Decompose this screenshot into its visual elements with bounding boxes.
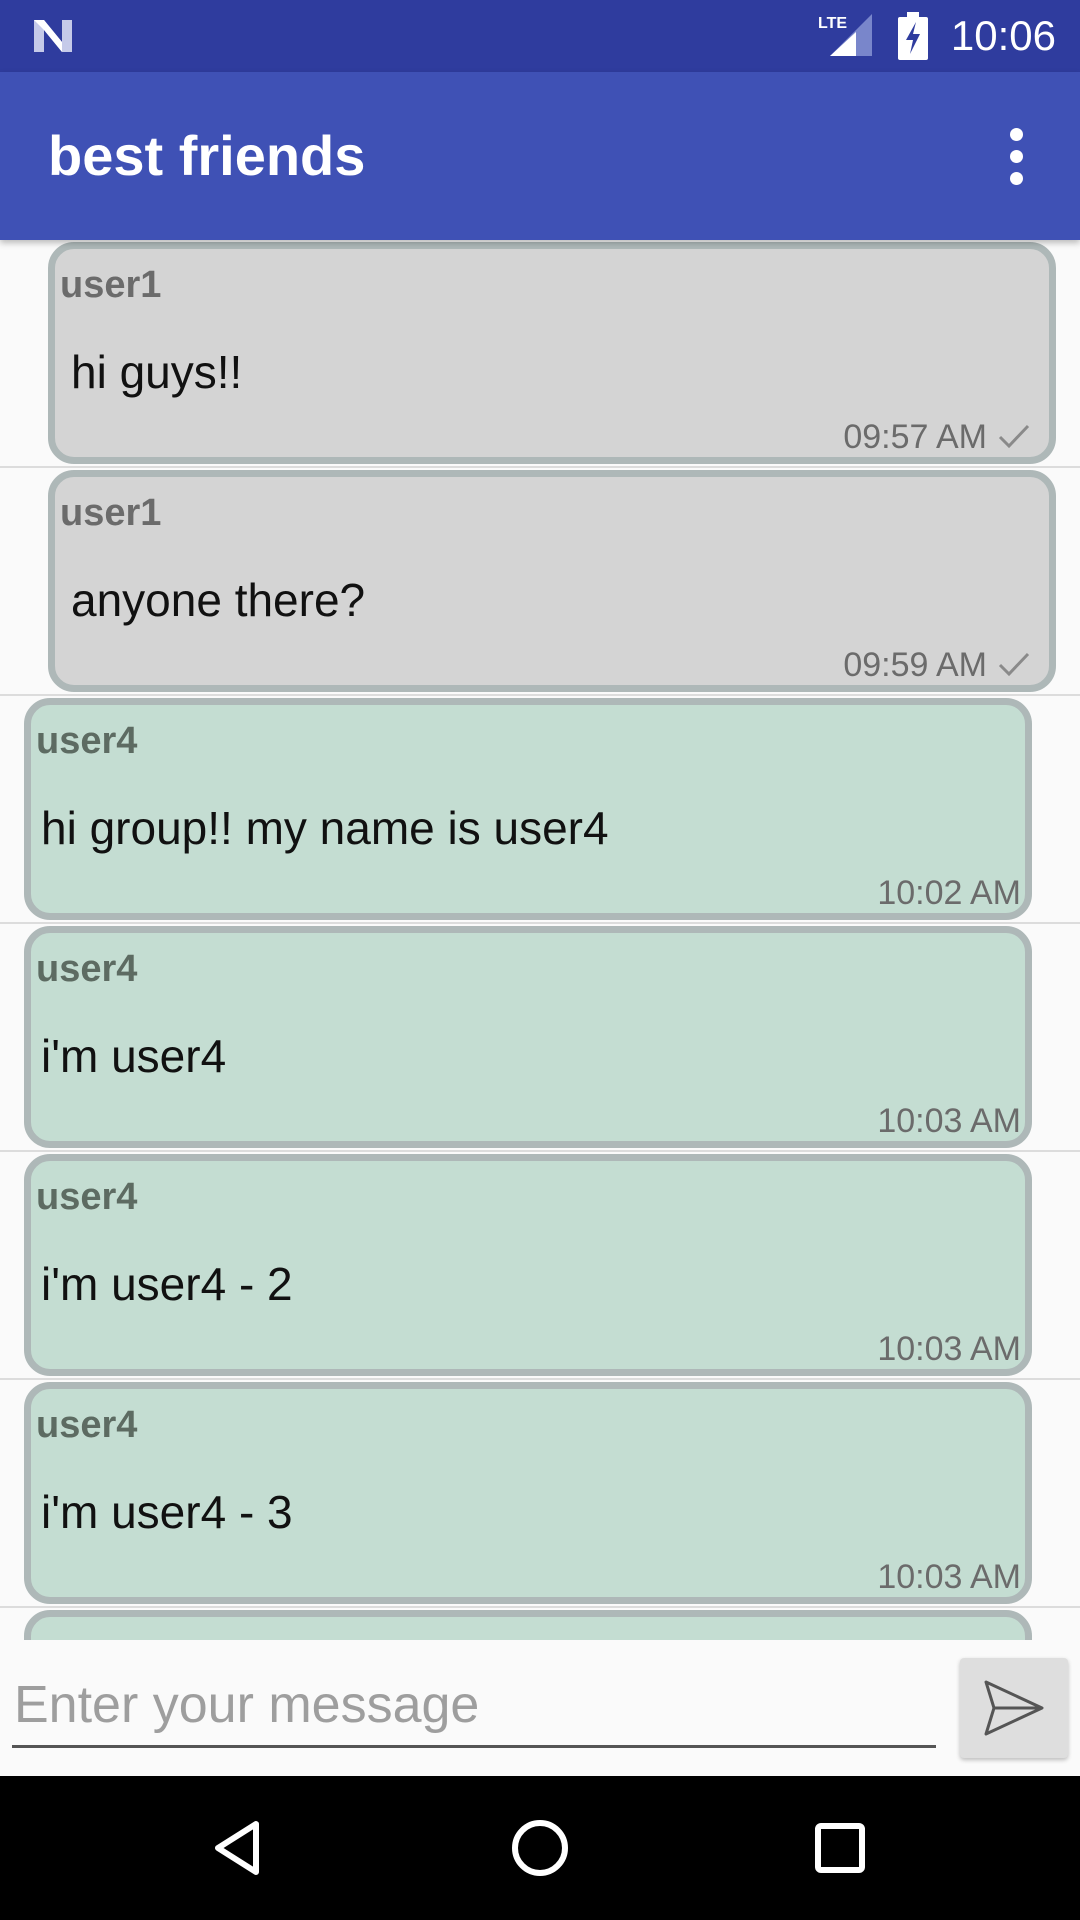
message-sender: user1	[60, 492, 162, 534]
check-icon	[998, 652, 1030, 677]
send-button[interactable]	[960, 1658, 1068, 1758]
message-row: user4 i'm user4 - 2 10:03 AM	[0, 1152, 1080, 1380]
status-clock: 10:06	[950, 12, 1056, 59]
home-icon[interactable]	[504, 1812, 576, 1884]
message-row: user4 hi group!! my name is user4 10:02 …	[0, 696, 1080, 924]
check-icon	[998, 424, 1030, 449]
composer-bar	[0, 1640, 1080, 1776]
message-text: hi guys!!	[71, 346, 243, 398]
menu-dot	[1009, 127, 1023, 141]
message-text: i'm user4 - 2	[41, 1258, 293, 1310]
message-bubble[interactable]: user4 hi group!! my name is user4 10:02 …	[24, 698, 1032, 920]
message-time: 10:02 AM	[877, 874, 1021, 912]
page-title: best friends	[48, 124, 366, 187]
lte-signal-icon: LTE	[818, 14, 872, 56]
menu-dot	[1009, 171, 1023, 185]
message-time: 10:03 AM	[877, 1102, 1021, 1140]
message-row: user1 hi guys!! 09:57 AM	[0, 240, 1080, 468]
message-text: i'm user4 - 3	[41, 1486, 293, 1538]
more-vert-icon[interactable]	[976, 116, 1056, 196]
message-row: user4 i'm user4 - 3 10:03 AM	[0, 1380, 1080, 1608]
message-sender: user4	[36, 1176, 138, 1218]
message-row-partial	[0, 1608, 1080, 1640]
message-bubble[interactable]: user1 anyone there? 09:59 AM	[48, 470, 1056, 692]
message-list[interactable]: user1 hi guys!! 09:57 AM user1 anyone th…	[0, 240, 1080, 1640]
back-icon[interactable]	[204, 1812, 276, 1884]
recents-icon[interactable]	[804, 1812, 876, 1884]
message-bubble[interactable]: user4 i'm user4 - 2 10:03 AM	[24, 1154, 1032, 1376]
message-sender: user4	[36, 720, 138, 762]
message-text: hi group!! my name is user4	[41, 802, 609, 854]
message-bubble[interactable]: user1 hi guys!! 09:57 AM	[48, 242, 1056, 464]
app-bar: best friends	[0, 72, 1080, 240]
navigation-bar	[0, 1776, 1080, 1920]
status-bar: LTE 10:06	[0, 0, 1080, 72]
message-time: 09:57 AM	[843, 418, 987, 456]
send-icon	[984, 1680, 1044, 1736]
message-row: user1 anyone there? 09:59 AM	[0, 468, 1080, 696]
message-bubble[interactable]: user4 i'm user4 - 3 10:03 AM	[24, 1382, 1032, 1604]
n-logo-icon	[34, 20, 72, 52]
message-time: 10:03 AM	[877, 1330, 1021, 1368]
message-time: 10:03 AM	[877, 1558, 1021, 1596]
battery-charging-icon	[898, 12, 928, 60]
message-time: 09:59 AM	[843, 646, 987, 684]
svg-text:LTE: LTE	[818, 15, 847, 32]
message-sender: user4	[36, 948, 138, 990]
message-sender: user4	[36, 1404, 138, 1446]
message-bubble[interactable]	[24, 1610, 1032, 1640]
message-text: i'm user4	[41, 1030, 227, 1082]
message-input[interactable]	[12, 1664, 936, 1748]
message-text: anyone there?	[71, 574, 366, 626]
message-row: user4 i'm user4 10:03 AM	[0, 924, 1080, 1152]
message-bubble[interactable]: user4 i'm user4 10:03 AM	[24, 926, 1032, 1148]
menu-dot	[1009, 149, 1023, 163]
message-sender: user1	[60, 264, 162, 306]
